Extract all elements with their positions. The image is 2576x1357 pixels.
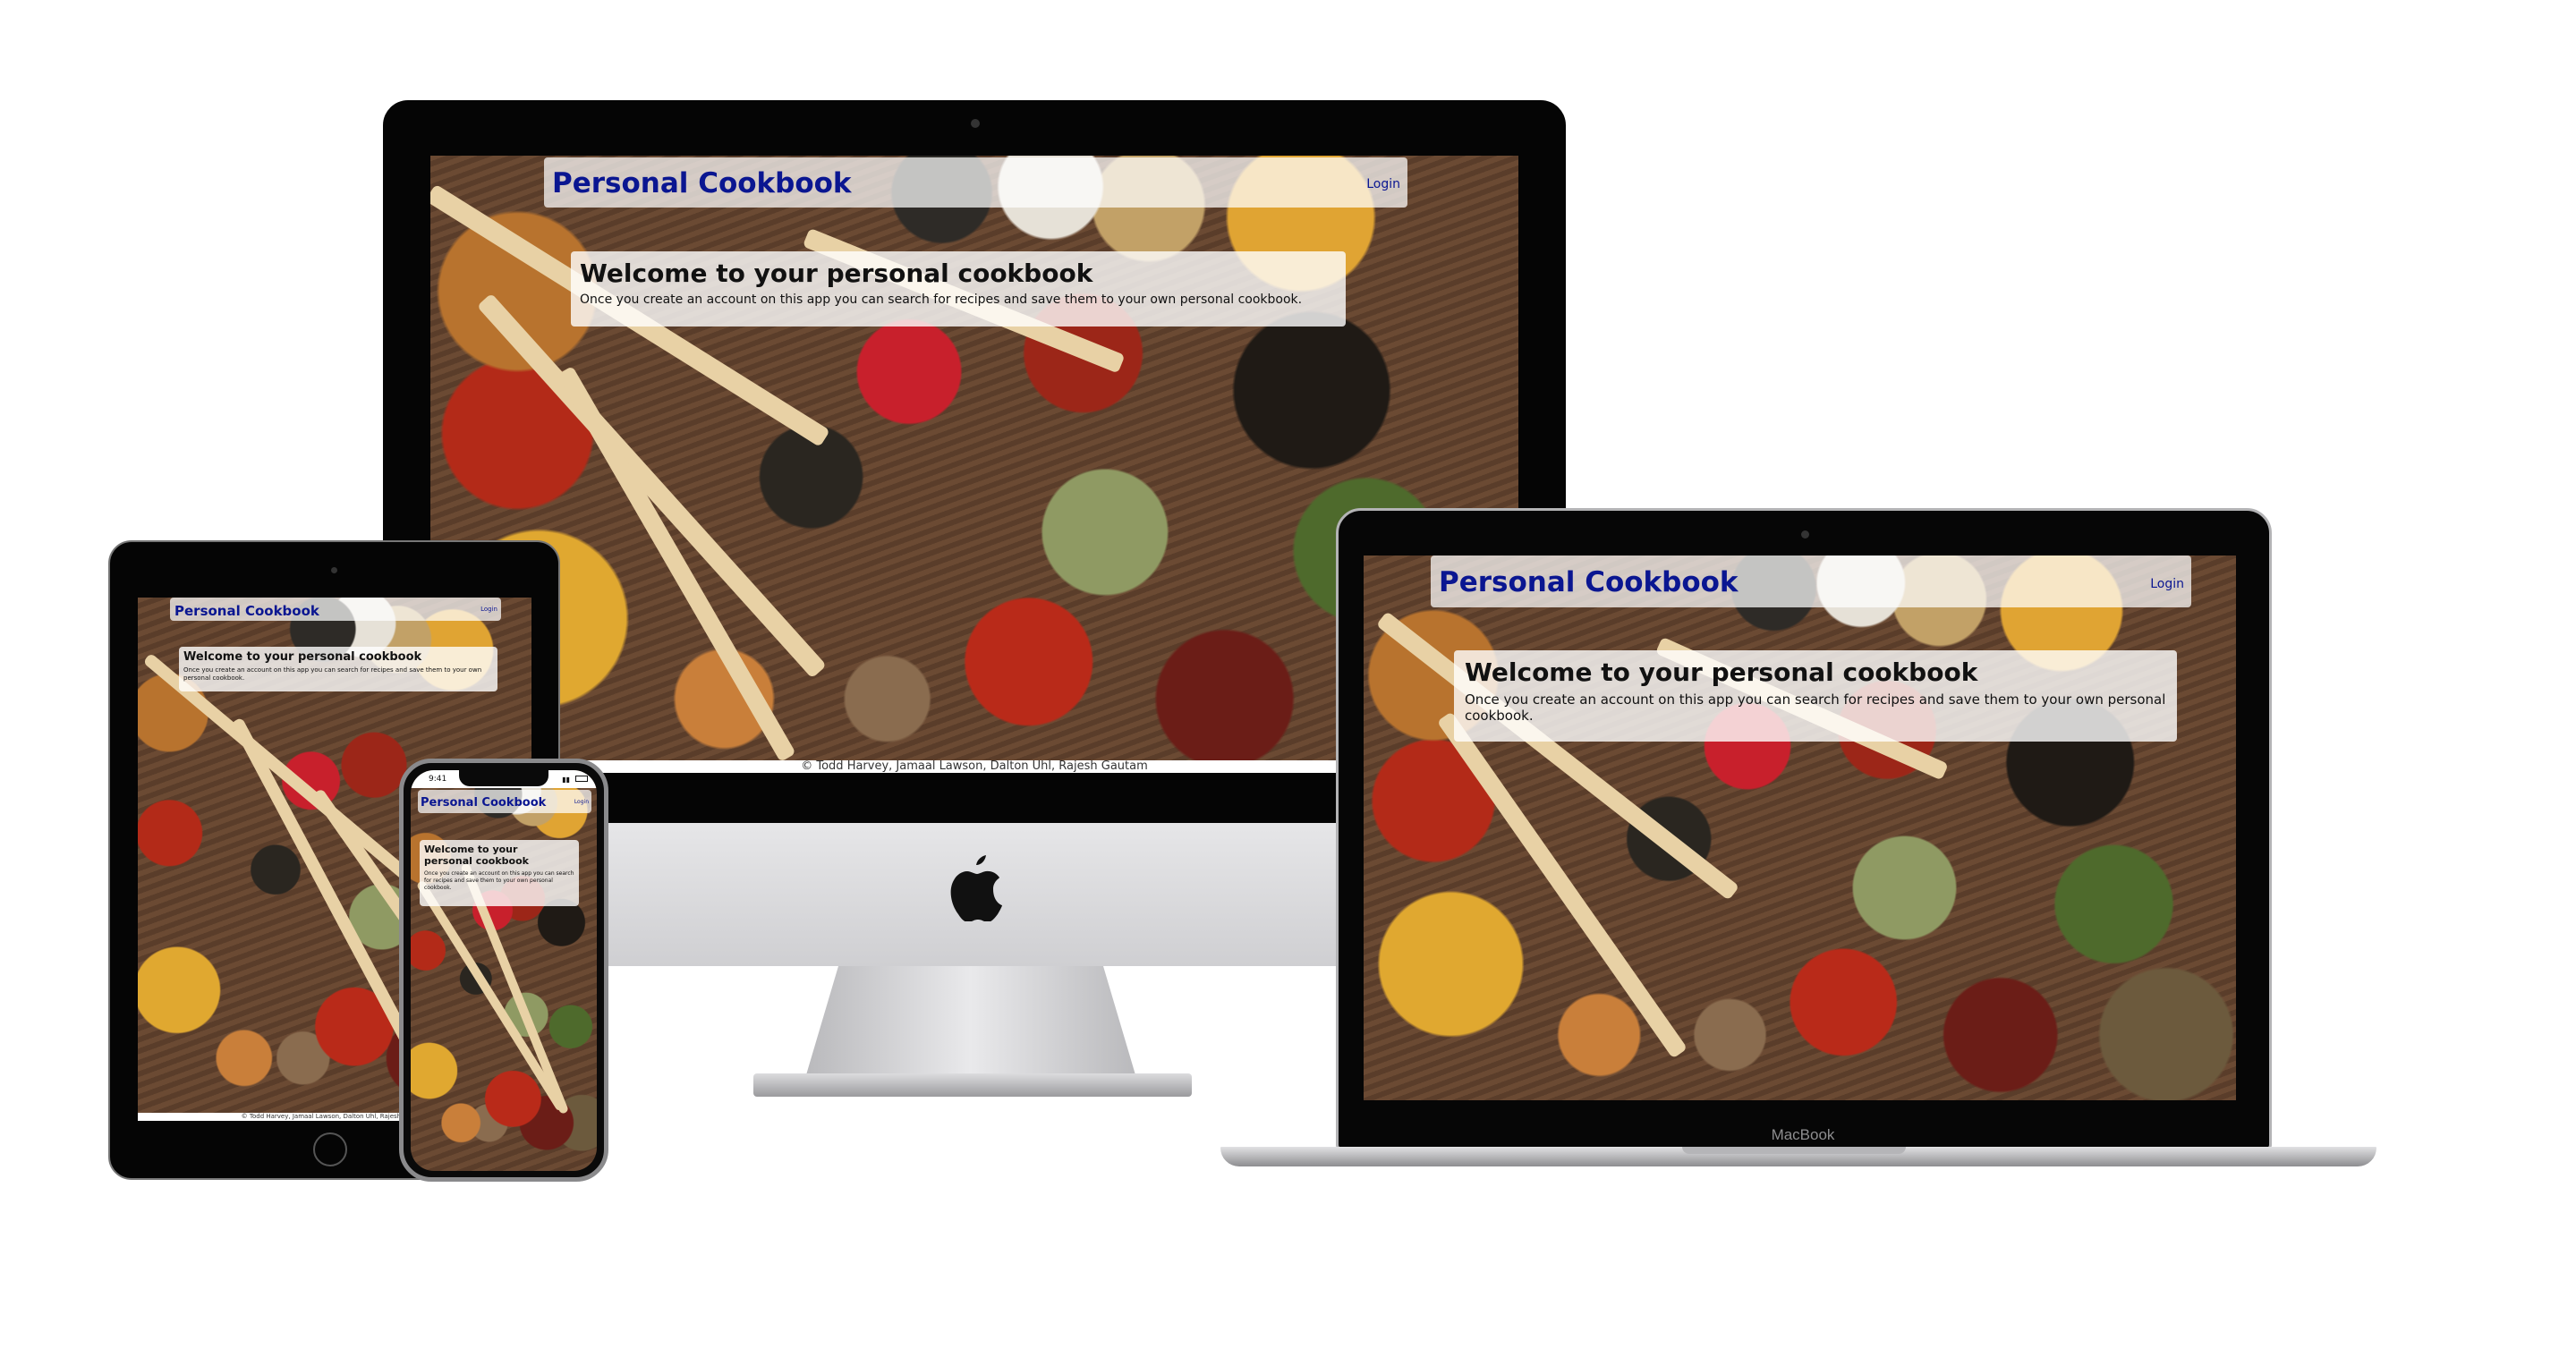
hero-heading: Welcome to your personal cookbook <box>1465 657 1978 687</box>
tablet-camera <box>331 567 337 573</box>
app-title[interactable]: Personal Cookbook <box>1439 566 1739 598</box>
phone-screen: 9:41 ▮▮ Personal Cookbook Login Welcome … <box>411 770 597 1171</box>
imac-stand-neck <box>805 966 1136 1078</box>
hero-heading: Welcome to your personal cookbook <box>580 259 1093 288</box>
hero-text: Once you create an account on this app y… <box>183 666 482 682</box>
app-title[interactable]: Personal Cookbook <box>421 796 546 810</box>
header-bar: Personal Cookbook Login <box>544 157 1407 208</box>
hero-text: Once you create an account on this app y… <box>1465 691 2166 724</box>
battery-icon <box>575 776 588 782</box>
apple-logo-icon <box>947 852 1004 922</box>
tablet-home-button[interactable] <box>313 1132 347 1166</box>
login-link[interactable]: Login <box>2150 577 2184 591</box>
laptop-brand: MacBook <box>1771 1126 1835 1143</box>
app-title[interactable]: Personal Cookbook <box>174 603 319 619</box>
laptop-notch <box>1682 1147 1906 1154</box>
login-link[interactable]: Login <box>1366 177 1400 191</box>
hero-panel: Welcome to your personal cookbook Once y… <box>1454 650 2177 742</box>
hero-heading: Welcome to your personal cookbook <box>183 650 422 664</box>
hero-text: Once you create an account on this app y… <box>580 293 1303 307</box>
hero-panel: Welcome to your personal cookbook Once y… <box>420 840 579 906</box>
header-bar: Personal Cookbook Login <box>170 598 501 621</box>
hero-text: Once you create an account on this app y… <box>424 870 574 891</box>
header-bar: Personal Cookbook Login <box>418 790 591 813</box>
login-link[interactable]: Login <box>480 606 497 613</box>
hero-panel: Welcome to your personal cookbook Once y… <box>179 647 497 691</box>
laptop-screen: Personal Cookbook Login Welcome to your … <box>1364 556 2236 1100</box>
hero-panel: Welcome to your personal cookbook Once y… <box>571 251 1346 327</box>
imac-stand-base <box>753 1073 1192 1097</box>
laptop-camera <box>1801 530 1809 539</box>
hero-heading: Welcome to your personal cookbook <box>424 844 529 867</box>
login-link[interactable]: Login <box>574 799 589 805</box>
phone-time: 9:41 <box>429 775 447 784</box>
imac-camera <box>971 119 980 128</box>
app-title[interactable]: Personal Cookbook <box>552 167 852 199</box>
signal-icon: ▮▮ <box>562 776 570 784</box>
phone-notch <box>459 770 548 786</box>
header-bar: Personal Cookbook Login <box>1431 556 2191 607</box>
